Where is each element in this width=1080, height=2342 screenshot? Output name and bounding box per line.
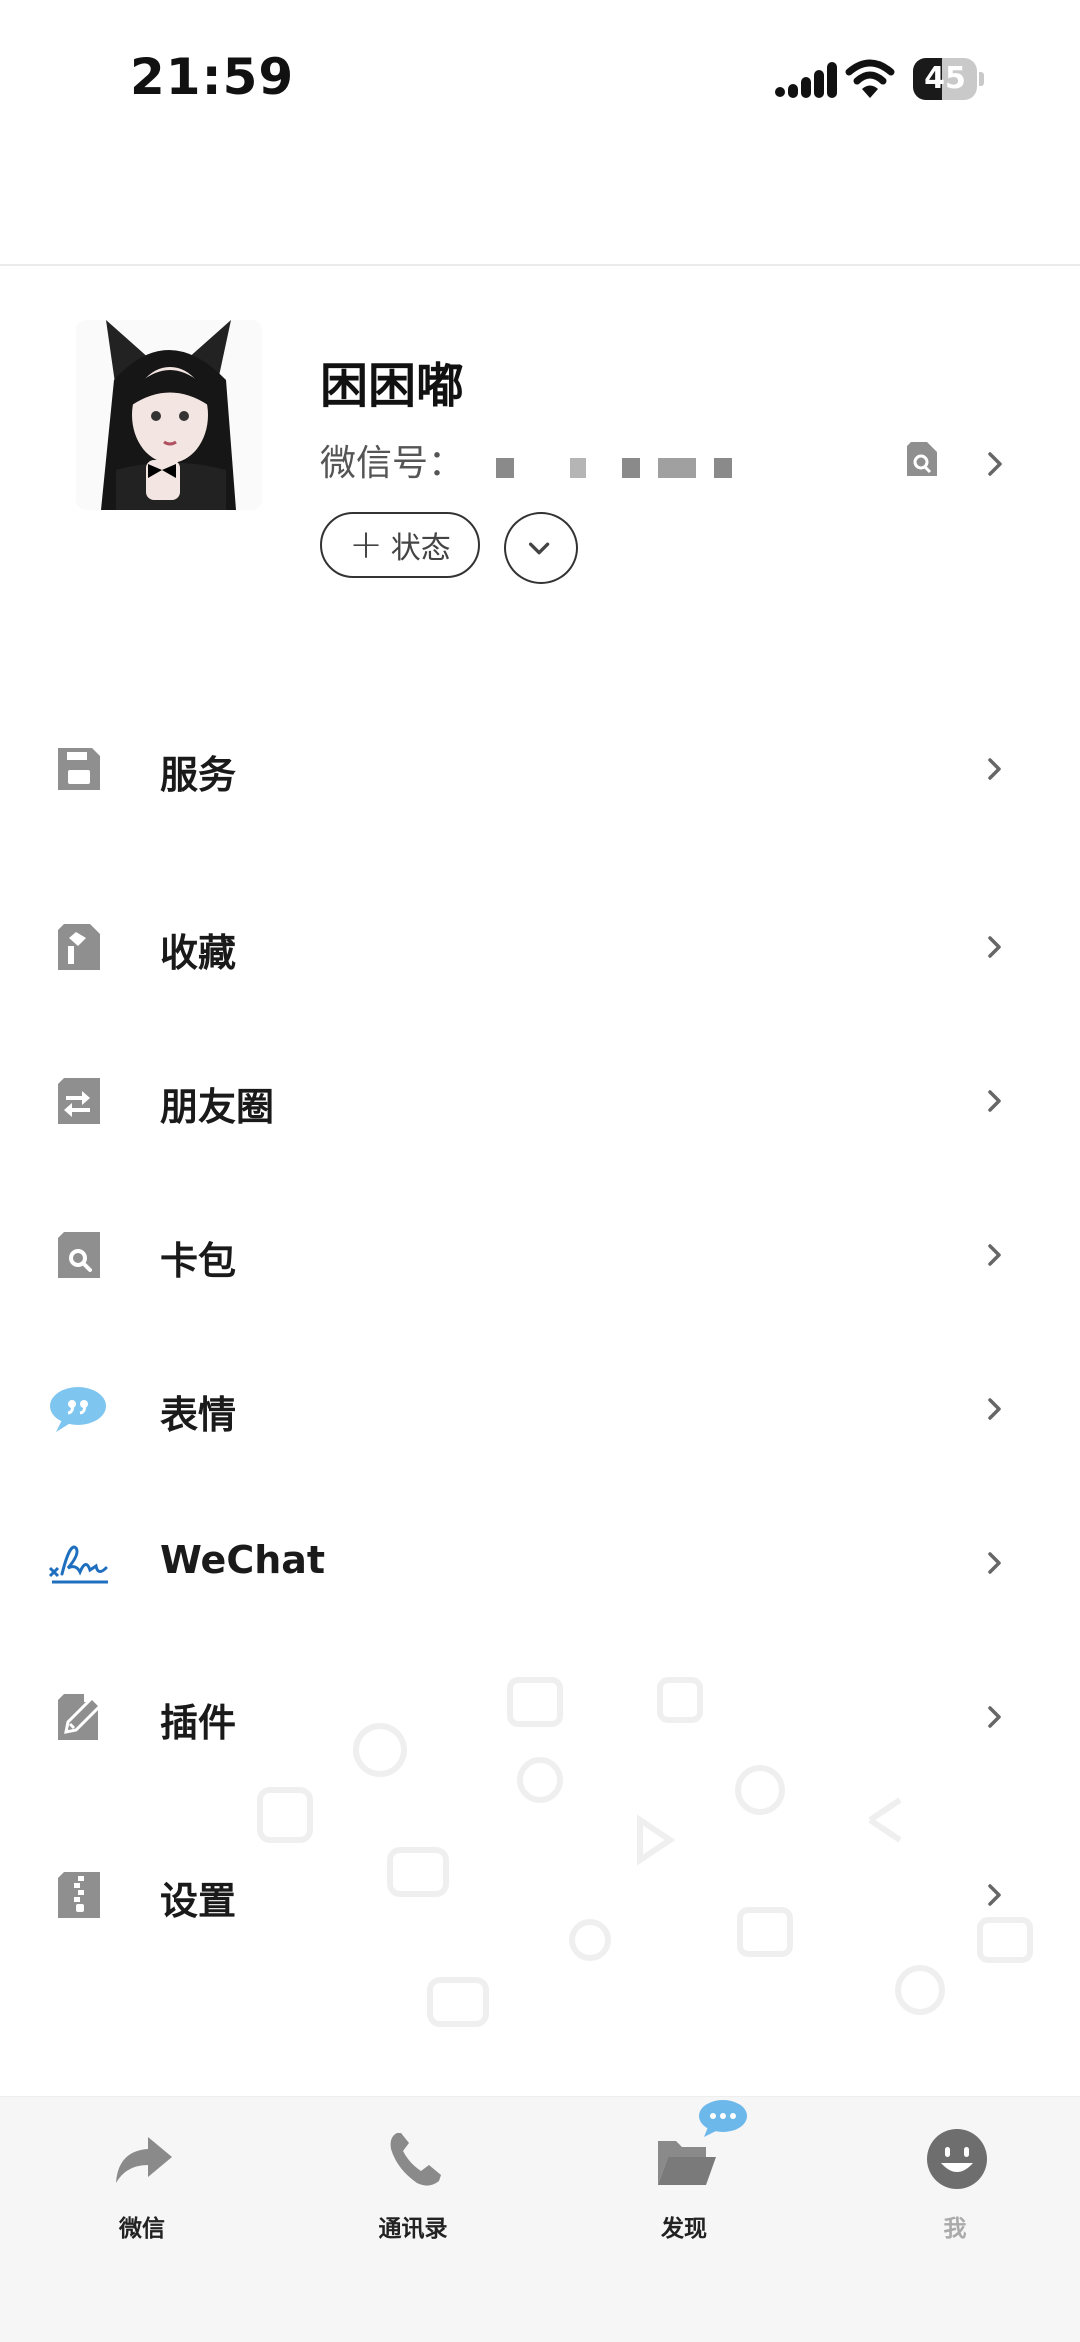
menu-item-wechat[interactable]: WeChat xyxy=(0,1508,1080,1618)
wechat-id-redacted xyxy=(714,458,732,478)
menu-item-favorites[interactable]: 收藏 xyxy=(0,892,1080,1002)
chevron-right-icon xyxy=(988,936,1001,958)
wechat-id-redacted xyxy=(496,458,514,478)
wechat-id-redacted xyxy=(658,458,696,478)
phone-icon xyxy=(390,2133,441,2186)
status-button-label: 状态 xyxy=(390,531,451,566)
menu-item-stickers[interactable]: 表情 xyxy=(0,1354,1080,1464)
tab-discover[interactable]: 发现 xyxy=(594,2100,774,2277)
qr-code-icon[interactable] xyxy=(905,442,939,478)
avatar[interactable] xyxy=(76,320,262,510)
save-icon xyxy=(58,748,100,790)
plus-icon: + xyxy=(349,522,383,568)
menu-label: 服务 xyxy=(160,753,237,797)
tab-chats[interactable]: 微信 xyxy=(52,2127,232,2277)
chevron-right-icon xyxy=(988,1090,1001,1112)
cellular-signal-icon xyxy=(775,62,837,98)
menu-label: 表情 xyxy=(160,1393,237,1437)
tab-label: 发现 xyxy=(661,2216,707,2242)
chevron-right-icon[interactable] xyxy=(985,450,1005,478)
wechat-id-label: 微信号： xyxy=(320,443,465,484)
tab-contacts[interactable]: 通讯录 xyxy=(323,2127,503,2277)
tab-bar: 微信 通讯录 发现 我 xyxy=(0,2096,1080,2342)
battery-icon: 45 xyxy=(913,58,985,100)
share-arrow-icon xyxy=(116,2137,172,2183)
moments-doc-icon xyxy=(58,1078,100,1124)
header-divider xyxy=(0,264,1080,266)
menu-item-card-pack[interactable]: 卡包 xyxy=(0,1200,1080,1310)
tab-me[interactable]: 我 xyxy=(865,2127,1045,2277)
card-search-icon xyxy=(58,1232,100,1278)
smiley-icon xyxy=(927,2129,987,2189)
profile-header[interactable]: 困困嘟 微信号： + 状态 xyxy=(0,300,1080,620)
status-bar: 21:59 45 xyxy=(0,0,1080,170)
background-pattern xyxy=(257,1677,1033,2027)
wechat-id-redacted xyxy=(570,458,586,478)
expand-button[interactable] xyxy=(504,512,578,584)
menu-label: WeChat xyxy=(160,1538,326,1582)
menu-label: 收藏 xyxy=(160,931,237,975)
chevron-right-icon xyxy=(988,1398,1001,1420)
chevron-down-icon xyxy=(528,542,550,555)
wifi-icon xyxy=(845,59,895,98)
menu-label: 卡包 xyxy=(160,1239,237,1283)
signature-icon xyxy=(48,1545,108,1584)
tab-label: 我 xyxy=(943,2216,967,2242)
menu-item-moments[interactable]: 朋友圈 xyxy=(0,1046,1080,1156)
quote-bubble-icon xyxy=(50,1387,106,1432)
profile-name: 困困嘟 xyxy=(320,358,465,414)
menu-item-service[interactable]: 服务 xyxy=(0,714,1080,824)
chevron-right-icon xyxy=(988,1552,1001,1574)
tab-label: 微信 xyxy=(119,2216,165,2242)
chat-bubble-badge-icon xyxy=(699,2100,747,2137)
status-time: 21:59 xyxy=(130,48,295,106)
settings-zip-icon xyxy=(58,1872,100,1918)
tab-label: 通讯录 xyxy=(378,2216,448,2242)
menu-label: 朋友圈 xyxy=(160,1085,275,1129)
wechat-id-redacted xyxy=(622,458,640,478)
bookmark-doc-icon xyxy=(58,924,100,970)
add-status-button[interactable]: + 状态 xyxy=(320,512,480,578)
chevron-right-icon xyxy=(988,1244,1001,1266)
chevron-right-icon xyxy=(988,758,1001,780)
plugin-edit-icon xyxy=(58,1694,103,1740)
battery-level: 45 xyxy=(924,61,966,96)
